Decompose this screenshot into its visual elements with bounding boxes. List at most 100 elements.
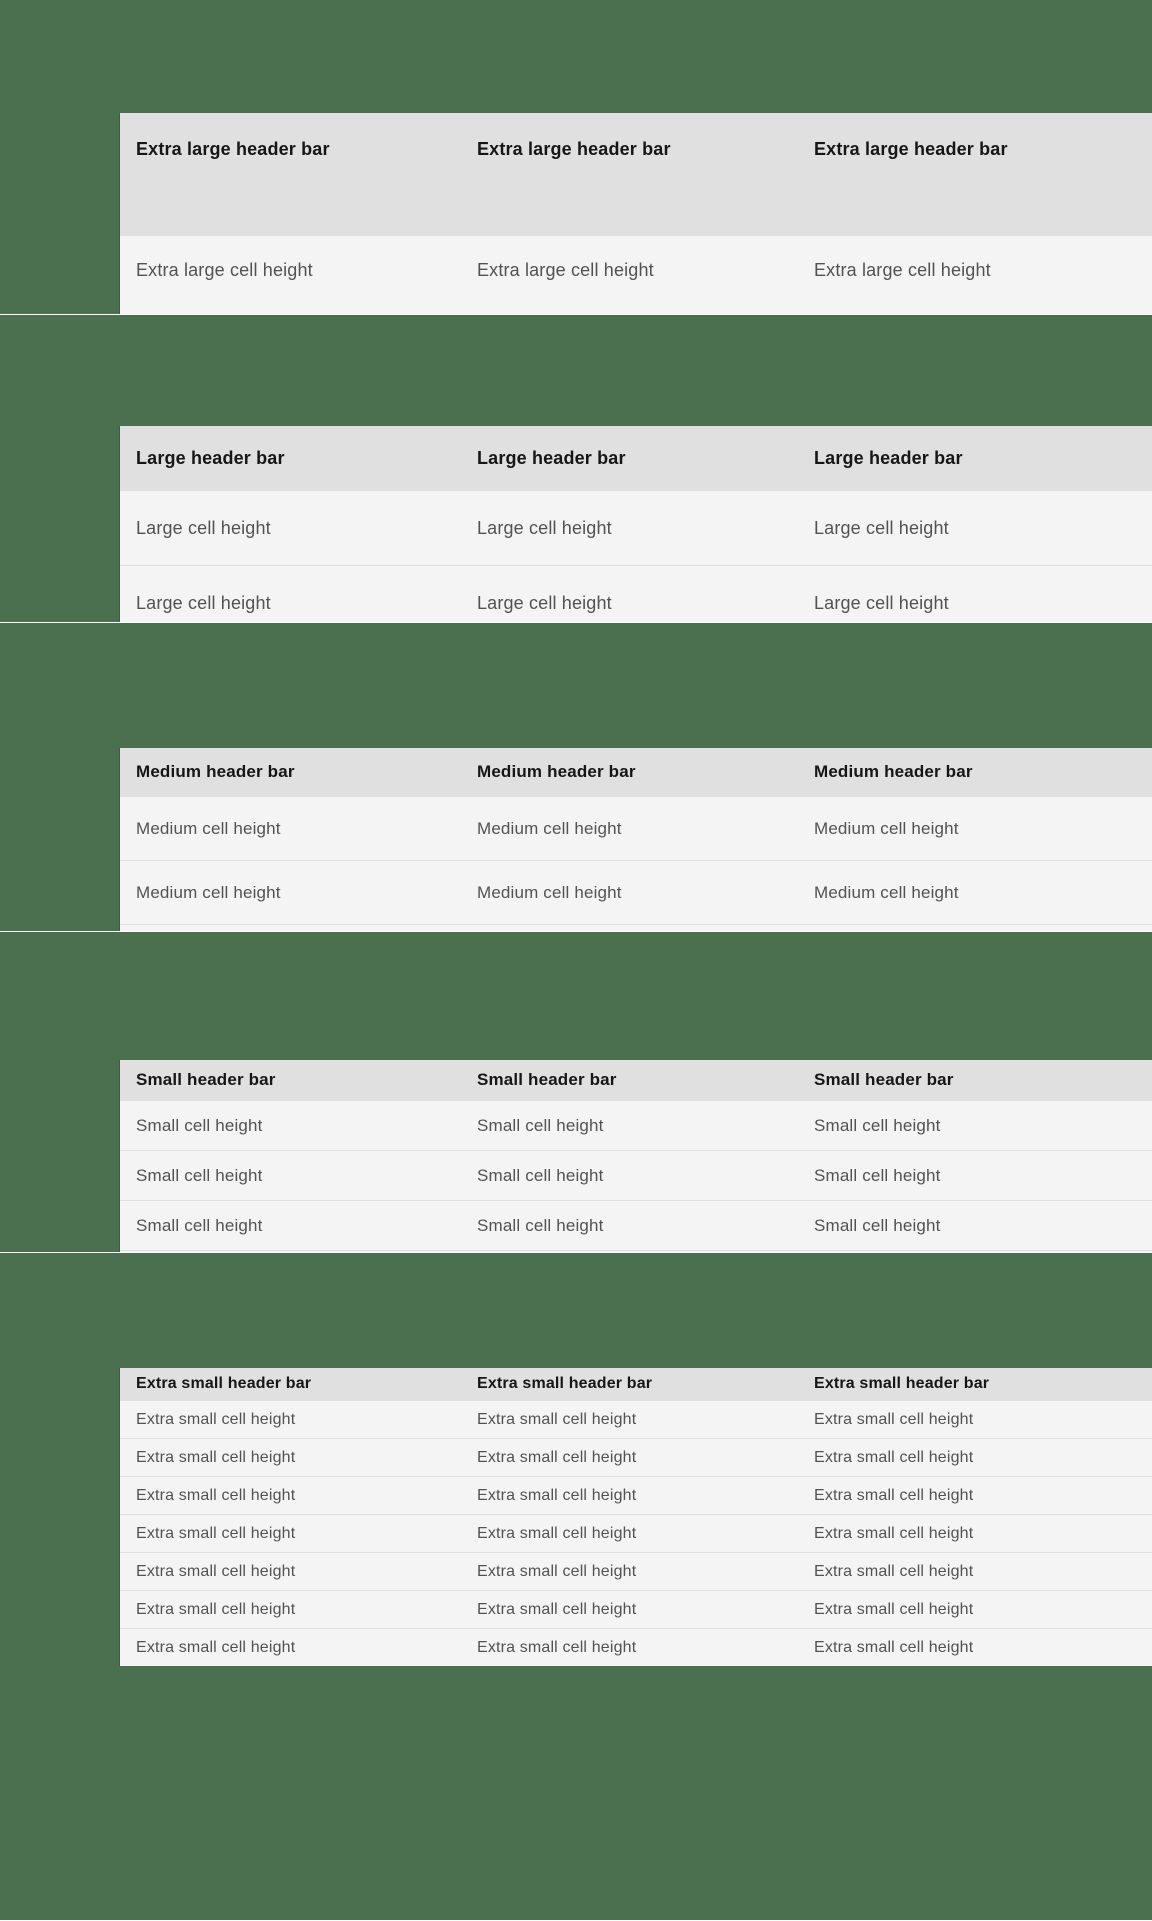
column-header[interactable]: Extra small header bar — [1138, 1368, 1152, 1401]
table-body-extra-small: Extra small cell height Extra small cell … — [120, 1400, 1152, 1666]
table-row[interactable]: Extra small cell height Extra small cell … — [120, 1476, 1152, 1515]
data-table-small[interactable]: Small header bar Small header bar Small he… — [120, 1060, 1152, 1252]
table-row[interactable]: Medium cell heightMedium cell heightMedi… — [120, 796, 1152, 861]
table-cell: Medium cell height — [1138, 860, 1152, 925]
table-row[interactable]: Large cell height Large cell height Large … — [120, 565, 1152, 622]
table-cell: Extra small cell height — [461, 1514, 798, 1553]
table-cell: Extra large cell height — [120, 235, 461, 314]
table-head-medium: Medium header bar Medium header bar Medium… — [120, 748, 1152, 797]
table-row[interactable]: Small cell heightSmall cell heightSmall … — [120, 1200, 1152, 1251]
table-cell: Extra large cell height — [461, 235, 798, 314]
table-cell: Small cell height — [461, 1150, 798, 1201]
table-cell: Extra small cell height — [798, 1476, 1138, 1515]
table-row[interactable]: Medium cell heightMedium cell heightMedi… — [120, 860, 1152, 925]
column-header[interactable]: Extra large header bar — [798, 113, 1138, 236]
data-table-extra-large[interactable]: Extra large header bar Extra large header… — [120, 113, 1152, 314]
table-cell: Medium cell height — [798, 796, 1138, 861]
table-cell: Extra small cell height — [1138, 1590, 1152, 1629]
table-cell: Extra small cell height — [798, 1400, 1138, 1439]
table-cell: Extra small cell height — [120, 1476, 461, 1515]
table-head-large: Large header bar Large header bar Large he… — [120, 426, 1152, 491]
table-row[interactable]: Extra small cell height Extra small cell … — [120, 1400, 1152, 1439]
table-row[interactable]: Small cell heightSmall cell heightSmall … — [120, 1150, 1152, 1201]
table-cell: Large cell height — [461, 565, 798, 622]
table-cell: Large cell height — [120, 490, 461, 566]
table-cell: Small cell height — [120, 1250, 461, 1252]
table-cell: Medium cell height — [1138, 924, 1152, 931]
table-row[interactable]: Extra large cell height Extra large cell … — [120, 235, 1152, 314]
table-cell: Large cell height — [120, 565, 461, 622]
table-header-row: Medium header bar Medium header bar Medium… — [120, 748, 1152, 797]
table-cell: Small cell height — [1138, 1100, 1152, 1151]
table-cell: Small cell height — [461, 1200, 798, 1251]
table-cell: Small cell height — [1138, 1200, 1152, 1251]
table-cell: Small cell height — [461, 1250, 798, 1252]
table-cell: Large cell height — [1138, 490, 1152, 566]
table-header-row: Extra small header bar Extra small header… — [120, 1368, 1152, 1401]
table-row[interactable]: Extra small cell height Extra small cell … — [120, 1552, 1152, 1591]
table-cell: Medium cell height — [120, 924, 461, 931]
table-frame-large: Large header bar Large header bar Large he… — [119, 426, 1152, 622]
table-cell: Extra small cell height — [461, 1552, 798, 1591]
table-cell: Extra small cell height — [1138, 1552, 1152, 1591]
column-header[interactable]: Extra large header bar — [1138, 113, 1152, 236]
data-table-large[interactable]: Large header bar Large header bar Large he… — [120, 426, 1152, 622]
column-header[interactable]: Medium header bar — [461, 748, 798, 797]
column-header[interactable]: Large header bar — [120, 426, 461, 491]
table-body-small: Small cell height Small cell height Small … — [120, 1100, 1152, 1252]
table-cell: Medium cell height — [461, 860, 798, 925]
table-row[interactable]: Extra small cell height Extra small cell … — [120, 1438, 1152, 1477]
column-header[interactable]: Small header bar — [1138, 1060, 1152, 1101]
column-header[interactable]: Extra large header bar — [120, 113, 461, 236]
table-row[interactable]: Small cell heightSmall cell heightSmall … — [120, 1100, 1152, 1151]
table-header-row: Small header bar Small header bar Small he… — [120, 1060, 1152, 1101]
table-cell: Small cell height — [1138, 1150, 1152, 1201]
table-cell: Small cell height — [120, 1150, 461, 1201]
column-header[interactable]: Small header bar — [798, 1060, 1138, 1101]
column-header[interactable]: Medium header bar — [120, 748, 461, 797]
table-cell: Extra small cell height — [120, 1552, 461, 1591]
table-cell: Medium cell height — [798, 860, 1138, 925]
table-cell: Extra large cell height — [798, 235, 1138, 314]
table-row[interactable]: Small cell heightSmall cell heightSmall … — [120, 1250, 1152, 1252]
table-row[interactable]: Medium cell heightMedium cell heightMedi… — [120, 924, 1152, 931]
table-row[interactable]: Extra small cell height Extra small cell … — [120, 1628, 1152, 1666]
column-header[interactable]: Extra large header bar — [461, 113, 798, 236]
table-row[interactable]: Extra small cell height Extra small cell … — [120, 1514, 1152, 1553]
table-frame-extra-small: Extra small header bar Extra small header… — [119, 1368, 1152, 1666]
table-cell: Extra small cell height — [1138, 1628, 1152, 1666]
table-cell: Small cell height — [798, 1150, 1138, 1201]
column-header[interactable]: Extra small header bar — [461, 1368, 798, 1401]
table-cell: Medium cell height — [461, 796, 798, 861]
column-header[interactable]: Large header bar — [1138, 426, 1152, 491]
table-cell: Extra small cell height — [461, 1400, 798, 1439]
table-cell: Extra small cell height — [120, 1628, 461, 1666]
column-header[interactable]: Small header bar — [120, 1060, 461, 1101]
table-row[interactable]: Extra small cell height Extra small cell … — [120, 1590, 1152, 1629]
table-cell: Extra large cell height — [1138, 235, 1152, 314]
column-header[interactable]: Large header bar — [461, 426, 798, 491]
table-cell: Extra small cell height — [461, 1590, 798, 1629]
column-header[interactable]: Large header bar — [798, 426, 1138, 491]
table-cell: Small cell height — [120, 1100, 461, 1151]
table-cell: Extra small cell height — [798, 1590, 1138, 1629]
table-cell: Extra small cell height — [798, 1628, 1138, 1666]
data-table-medium[interactable]: Medium header bar Medium header bar Medium… — [120, 748, 1152, 931]
table-cell: Medium cell height — [461, 924, 798, 931]
table-section-extra-small: Extra small header bar Extra small header… — [0, 1254, 1152, 1921]
column-header[interactable]: Extra small header bar — [798, 1368, 1138, 1401]
table-row[interactable]: Large cell height Large cell height Large … — [120, 490, 1152, 566]
table-cell: Extra small cell height — [1138, 1476, 1152, 1515]
column-header[interactable]: Extra small header bar — [120, 1368, 461, 1401]
table-cell: Extra small cell height — [798, 1552, 1138, 1591]
table-section-extra-large: Extra large header bar Extra large header… — [0, 0, 1152, 315]
column-header[interactable]: Medium header bar — [1138, 748, 1152, 797]
table-cell: Medium cell height — [120, 796, 461, 861]
table-head-extra-large: Extra large header bar Extra large header… — [120, 113, 1152, 236]
data-table-extra-small[interactable]: Extra small header bar Extra small header… — [120, 1368, 1152, 1666]
table-head-small: Small header bar Small header bar Small he… — [120, 1060, 1152, 1101]
column-header[interactable]: Medium header bar — [798, 748, 1138, 797]
table-frame-small: Small header bar Small header bar Small he… — [119, 1060, 1152, 1252]
column-header[interactable]: Small header bar — [461, 1060, 798, 1101]
table-cell: Extra small cell height — [1138, 1514, 1152, 1553]
